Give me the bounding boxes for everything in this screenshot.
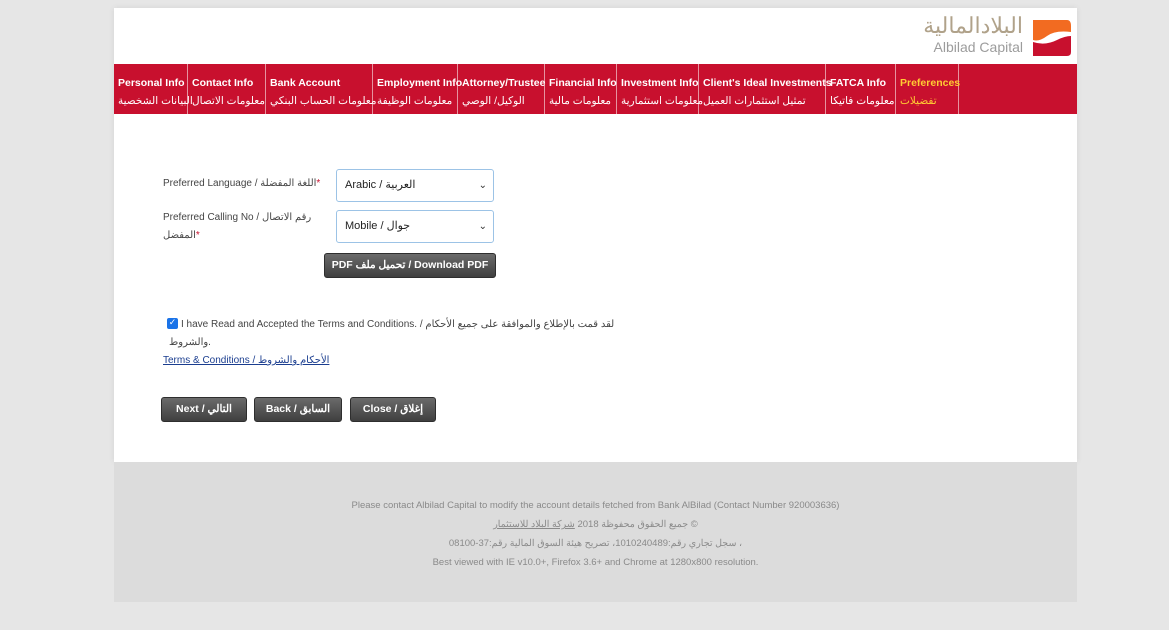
company-link[interactable]: شركة البلاد للاستثمار [493, 519, 575, 530]
nav-label-en: Personal Info [118, 77, 185, 89]
terms-checkbox[interactable]: ✓ [167, 318, 178, 329]
footer-contact-text: Please contact Albilad Capital to modify… [351, 500, 840, 511]
preferred-calling-label: Preferred Calling No / رقم الاتصال المفض… [163, 209, 323, 245]
nav-label-ar: البيانات الشخصية [118, 95, 193, 107]
back-button[interactable]: Back / السابق [254, 397, 342, 422]
footer-browser-note: Best viewed with IE v10.0+, Firefox 3.6+… [432, 557, 759, 568]
required-marker: * [316, 178, 321, 189]
main-card: البلادالمالية Albilad Capital Personal I… [114, 8, 1077, 462]
nav-label-en: Bank Account [270, 77, 341, 89]
preferred-language-label: Preferred Language / اللغة المفضلة* [163, 175, 338, 193]
nav-label-en: Preferences [900, 77, 961, 89]
nav-item-fatca-info[interactable]: FATCA Info معلومات فاتيكا [826, 64, 896, 114]
select-value: Arabic / العربية [345, 179, 416, 191]
nav-item-investment-info[interactable]: Investment Info معلومات استثمارية [617, 64, 704, 114]
close-button[interactable]: Close / إغلاق [350, 397, 436, 422]
label-text-line2: المفضل [163, 230, 196, 241]
preferred-language-select[interactable]: Arabic / العربية ⌄ [336, 169, 494, 202]
label-text-line1: Preferred Calling No / رقم الاتصال [163, 212, 312, 223]
chevron-down-icon: ⌄ [478, 180, 487, 191]
nav-label-ar: معلومات استثمارية [621, 95, 704, 107]
terms-statement: I have Read and Accepted the Terms and C… [181, 319, 615, 330]
nav-label-ar: الوكيل/ الوصي [462, 95, 525, 107]
logo-latin-text: Albilad Capital [933, 39, 1024, 55]
terms-conditions-link[interactable]: Terms & Conditions / الأحكام والشروط [163, 355, 329, 366]
next-button[interactable]: Next / التالي [161, 397, 247, 422]
footer-registration: سجل تجاري رقم:1010240489، تصريح هيئة الس… [448, 538, 743, 549]
nav-item-client-ideal-investments[interactable]: Client's Ideal Investments تمثيل استثمار… [699, 64, 832, 114]
copyright-text: جميع الحقوق محفوظة 2018 [574, 519, 689, 530]
nav-label-en: Client's Ideal Investments [703, 77, 832, 89]
nav-label-en: FATCA Info [830, 77, 886, 89]
nav-item-bank-account[interactable]: Bank Account معلومات الحساب البنكي [266, 64, 377, 114]
nav-item-employment-info[interactable]: Employment Info معلومات الوظيفة [373, 64, 463, 114]
nav-label-en: Financial Info [549, 77, 617, 89]
required-marker: * [195, 230, 200, 241]
logo-icon [1033, 20, 1071, 56]
nav-item-contact-info[interactable]: Contact Info معلومات الاتصال [188, 64, 266, 114]
terms-statement-continued: والشروط. [169, 337, 211, 348]
footer: Please contact Albilad Capital to modify… [114, 462, 1077, 602]
footer-copyright: جميع الحقوق محفوظة 2018 شركة البلاد للاس… [114, 519, 1077, 530]
preferred-calling-select[interactable]: Mobile / جوال ⌄ [336, 210, 494, 243]
nav-label-en: Contact Info [192, 77, 254, 89]
chevron-down-icon: ⌄ [478, 221, 487, 232]
nav-label-ar: تفضيلات [900, 95, 937, 107]
nav-label-en: Attorney/Trustee [462, 77, 546, 89]
nav-item-personal-info[interactable]: Personal Info البيانات الشخصية [114, 64, 193, 114]
nav-label-en: Investment Info [621, 77, 699, 89]
main-navigation: Personal Info البيانات الشخصية Contact I… [114, 64, 1077, 114]
select-value: Mobile / جوال [345, 220, 411, 232]
header: البلادالمالية Albilad Capital [114, 8, 1077, 64]
download-pdf-button[interactable]: PDF تحميل ملف / Download PDF [324, 253, 496, 278]
nav-item-preferences[interactable]: Preferences تفضيلات [896, 64, 961, 114]
page-frame: البلادالمالية Albilad Capital Personal I… [8, 8, 1161, 622]
copyright-symbol: © [688, 519, 698, 530]
nav-label-ar: تمثيل استثمارات العميل [703, 95, 806, 107]
nav-label-ar: معلومات مالية [549, 95, 612, 107]
logo-arabic-text: البلادالمالية [923, 14, 1023, 39]
label-text: Preferred Language / اللغة المفضلة [163, 178, 317, 189]
nav-item-financial-info[interactable]: Financial Info معلومات مالية [545, 64, 617, 114]
nav-label-ar: معلومات الاتصال [192, 95, 265, 107]
preferences-form: Preferred Language / اللغة المفضلة* Arab… [114, 114, 1077, 462]
nav-item-attorney-trustee[interactable]: Attorney/Trustee الوكيل/ الوصي [458, 64, 545, 114]
nav-label-ar: معلومات الوظيفة [377, 95, 453, 107]
nav-label-ar: معلومات الحساب البنكي [270, 95, 377, 107]
nav-label-ar: معلومات فاتيكا [830, 95, 895, 107]
nav-label-en: Employment Info [377, 77, 463, 89]
